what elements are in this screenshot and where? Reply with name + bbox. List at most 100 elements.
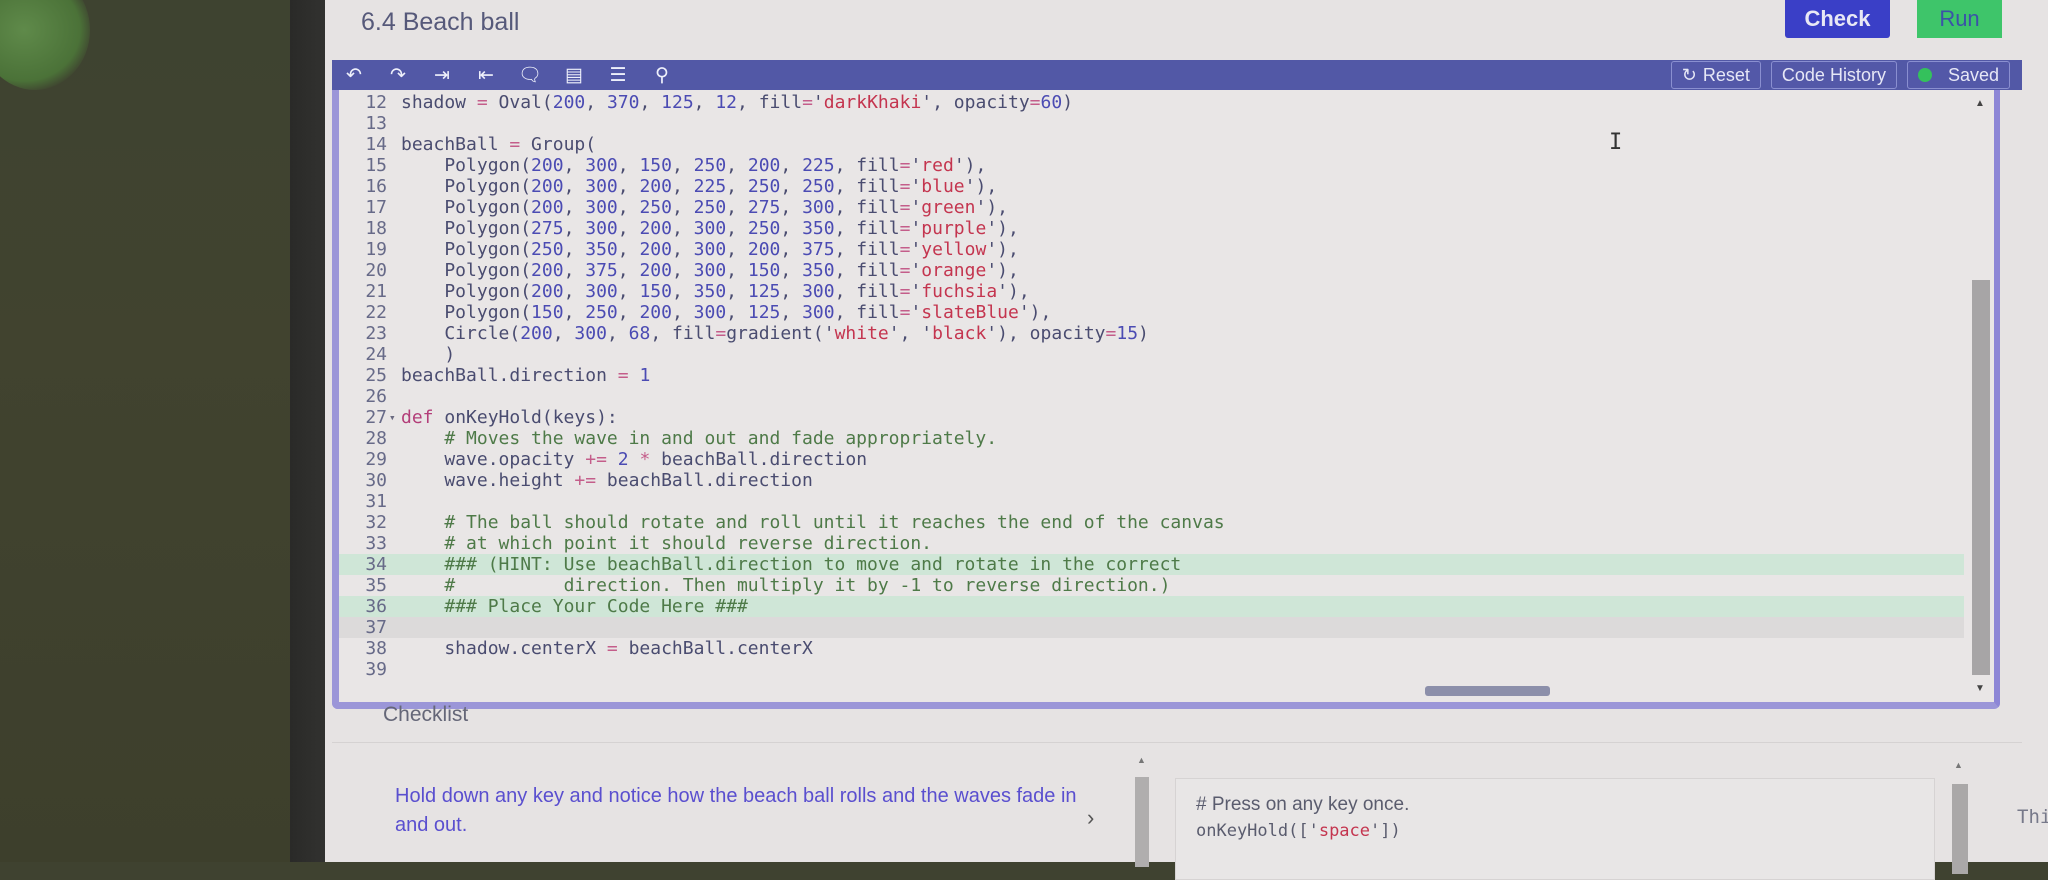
code-line[interactable]: 31 (339, 491, 1964, 512)
undo-icon[interactable]: ↶ (332, 60, 376, 90)
code-text: shadow = Oval(200, 370, 125, 12, fill='d… (401, 92, 1074, 113)
output-scrollbar[interactable]: ▲ (1950, 760, 1970, 874)
code-line[interactable]: 22 Polygon(150, 250, 200, 300, 125, 300,… (339, 302, 1964, 323)
code-text: ### (HINT: Use beachBall.direction to mo… (444, 554, 1182, 575)
saved-indicator-icon (1917, 68, 1932, 82)
code-line[interactable]: 26 (339, 386, 1964, 407)
code-text: Polygon(250, 350, 200, 300, 200, 375, fi… (401, 239, 1019, 260)
scroll-up-icon[interactable]: ▲ (1137, 755, 1146, 765)
code-line[interactable]: 23 Circle(200, 300, 68, fill=gradient('w… (339, 323, 1964, 344)
chevron-right-icon[interactable]: › (1087, 805, 1094, 831)
code-line[interactable]: 19 Polygon(250, 350, 200, 300, 200, 375,… (339, 239, 1964, 260)
scrollbar-thumb[interactable] (1972, 280, 1990, 675)
code-text: Polygon(200, 300, 200, 225, 250, 250, fi… (401, 176, 998, 197)
code-line[interactable]: 16 Polygon(200, 300, 200, 225, 250, 250,… (339, 176, 1964, 197)
line-number: 14 (365, 134, 387, 155)
code-text: ### Place Your Code Here ### (444, 596, 748, 617)
checklist-item[interactable]: Hold down any key and notice how the bea… (395, 782, 1095, 840)
scrollbar-thumb[interactable] (1135, 777, 1149, 867)
code-text: ) (401, 344, 456, 365)
reset-icon: ↻ (1681, 64, 1697, 85)
indent-icon[interactable]: ⇥ (420, 60, 464, 90)
code-line[interactable]: 37 (339, 617, 1964, 638)
code-line[interactable]: 25 beachBall.direction = 1 (339, 365, 1964, 386)
line-number: 26 (365, 386, 387, 407)
fold-toggle-icon[interactable]: ▾ (389, 407, 396, 428)
line-number: 36 (365, 596, 387, 617)
editor-horizontal-scrollbar[interactable] (1425, 686, 1550, 696)
line-number: 32 (365, 512, 387, 533)
check-button[interactable]: Check (1785, 0, 1890, 38)
checklist-scrollbar[interactable]: ▲ (1133, 755, 1151, 867)
line-number: 21 (365, 281, 387, 302)
code-text: def onKeyHold(keys): (401, 407, 618, 428)
page-title: 6.4 Beach ball (361, 8, 520, 36)
code-history-button[interactable]: Code History (1770, 61, 1897, 89)
code-text: Polygon(200, 300, 250, 250, 275, 300, fi… (401, 197, 1008, 218)
code-text: Polygon(200, 300, 150, 350, 125, 300, fi… (401, 281, 1030, 302)
divider (332, 742, 2022, 743)
code-line[interactable]: 27 ▾ def onKeyHold(keys): (339, 407, 1964, 428)
code-line[interactable]: 14 beachBall = Group( (339, 134, 1964, 155)
run-button[interactable]: Run (1917, 0, 2002, 38)
search-icon[interactable]: ⚲ (640, 60, 684, 90)
code-line[interactable]: 35 # direction. Then multiply it by -1 t… (339, 575, 1964, 596)
code-line[interactable]: 32 # The ball should rotate and roll unt… (339, 512, 1964, 533)
line-number: 25 (365, 365, 387, 386)
code-text: Polygon(275, 300, 200, 300, 250, 350, fi… (401, 218, 1019, 239)
line-number: 19 (365, 239, 387, 260)
code-line[interactable]: 34 ### (HINT: Use beachBall.direction to… (339, 554, 1964, 575)
code-editor[interactable]: 12 shadow = Oval(200, 370, 125, 12, fill=… (332, 90, 2000, 709)
code-line[interactable]: 20 Polygon(200, 375, 200, 300, 150, 350,… (339, 260, 1964, 281)
photo-background (0, 0, 300, 862)
code-line[interactable]: 12 shadow = Oval(200, 370, 125, 12, fill=… (339, 92, 1964, 113)
outdent-icon[interactable]: ⇤ (464, 60, 508, 90)
test-code-comment: # Press on any key once. (1196, 794, 1410, 815)
comment-icon[interactable]: 🗨 (508, 60, 552, 90)
code-line[interactable]: 21 Polygon(200, 300, 150, 350, 125, 300,… (339, 281, 1964, 302)
redo-icon[interactable]: ↷ (376, 60, 420, 90)
line-number: 31 (365, 491, 387, 512)
scroll-up-icon[interactable]: ▲ (1954, 760, 1963, 770)
line-number: 23 (365, 323, 387, 344)
code-line[interactable]: 18 Polygon(275, 300, 200, 300, 250, 350,… (339, 218, 1964, 239)
line-number: 20 (365, 260, 387, 281)
code-text: Polygon(200, 300, 150, 250, 200, 225, fi… (401, 155, 987, 176)
code-line[interactable]: 33 # at which point it should reverse di… (339, 533, 1964, 554)
code-text: shadow.centerX = beachBall.centerX (401, 638, 813, 659)
checklist-heading: Checklist (383, 703, 469, 726)
code-line[interactable]: 17 Polygon(200, 300, 250, 250, 275, 300,… (339, 197, 1964, 218)
editor-vertical-scrollbar[interactable]: ▲ ▼ (1970, 90, 1992, 702)
format-icon[interactable]: ▤ (552, 60, 596, 90)
code-text: wave.opacity += 2 * beachBall.direction (401, 449, 868, 470)
line-number: 17 (365, 197, 387, 218)
code-line[interactable]: 38 shadow.centerX = beachBall.centerX (339, 638, 1964, 659)
code-line[interactable]: 24 ) (339, 344, 1964, 365)
line-number: 16 (365, 176, 387, 197)
code-line[interactable]: 30 wave.height += beachBall.direction (339, 470, 1964, 491)
code-text: Polygon(150, 250, 200, 300, 125, 300, fi… (401, 302, 1052, 323)
code-line[interactable]: 28 # Moves the wave in and out and fade … (339, 428, 1964, 449)
scroll-up-icon[interactable]: ▲ (1975, 98, 1985, 109)
code-line[interactable]: 36 ### Place Your Code Here ### (339, 596, 1964, 617)
line-number: 12 (365, 92, 387, 113)
code-text: beachBall.direction = 1 (401, 365, 651, 386)
scrollbar-thumb[interactable] (1952, 784, 1968, 874)
code-text: # Moves the wave in and out and fade app… (444, 428, 998, 449)
code-text: Circle(200, 300, 68, fill=gradient('whit… (401, 323, 1149, 344)
reset-button[interactable]: ↻ Reset (1670, 61, 1761, 89)
code-line[interactable]: 13 (339, 113, 1964, 134)
code-lines[interactable]: 12 shadow = Oval(200, 370, 125, 12, fill=… (339, 92, 1964, 680)
truncated-output-text: Thi (2017, 806, 2048, 828)
fold-icon[interactable]: ☰ (596, 60, 640, 90)
line-number: 34 (365, 554, 387, 575)
code-line[interactable]: 15 Polygon(200, 300, 150, 250, 200, 225,… (339, 155, 1964, 176)
code-line[interactable]: 39 (339, 659, 1964, 680)
line-number: 35 (365, 575, 387, 596)
scroll-down-icon[interactable]: ▼ (1975, 683, 1985, 694)
code-text: # direction. Then multiply it by -1 to r… (444, 575, 1171, 596)
test-code-panel: # Press on any key once. onKeyHold(['spa… (1175, 778, 1935, 880)
code-line[interactable]: 29 wave.opacity += 2 * beachBall.directi… (339, 449, 1964, 470)
line-number: 18 (365, 218, 387, 239)
line-number: 33 (365, 533, 387, 554)
